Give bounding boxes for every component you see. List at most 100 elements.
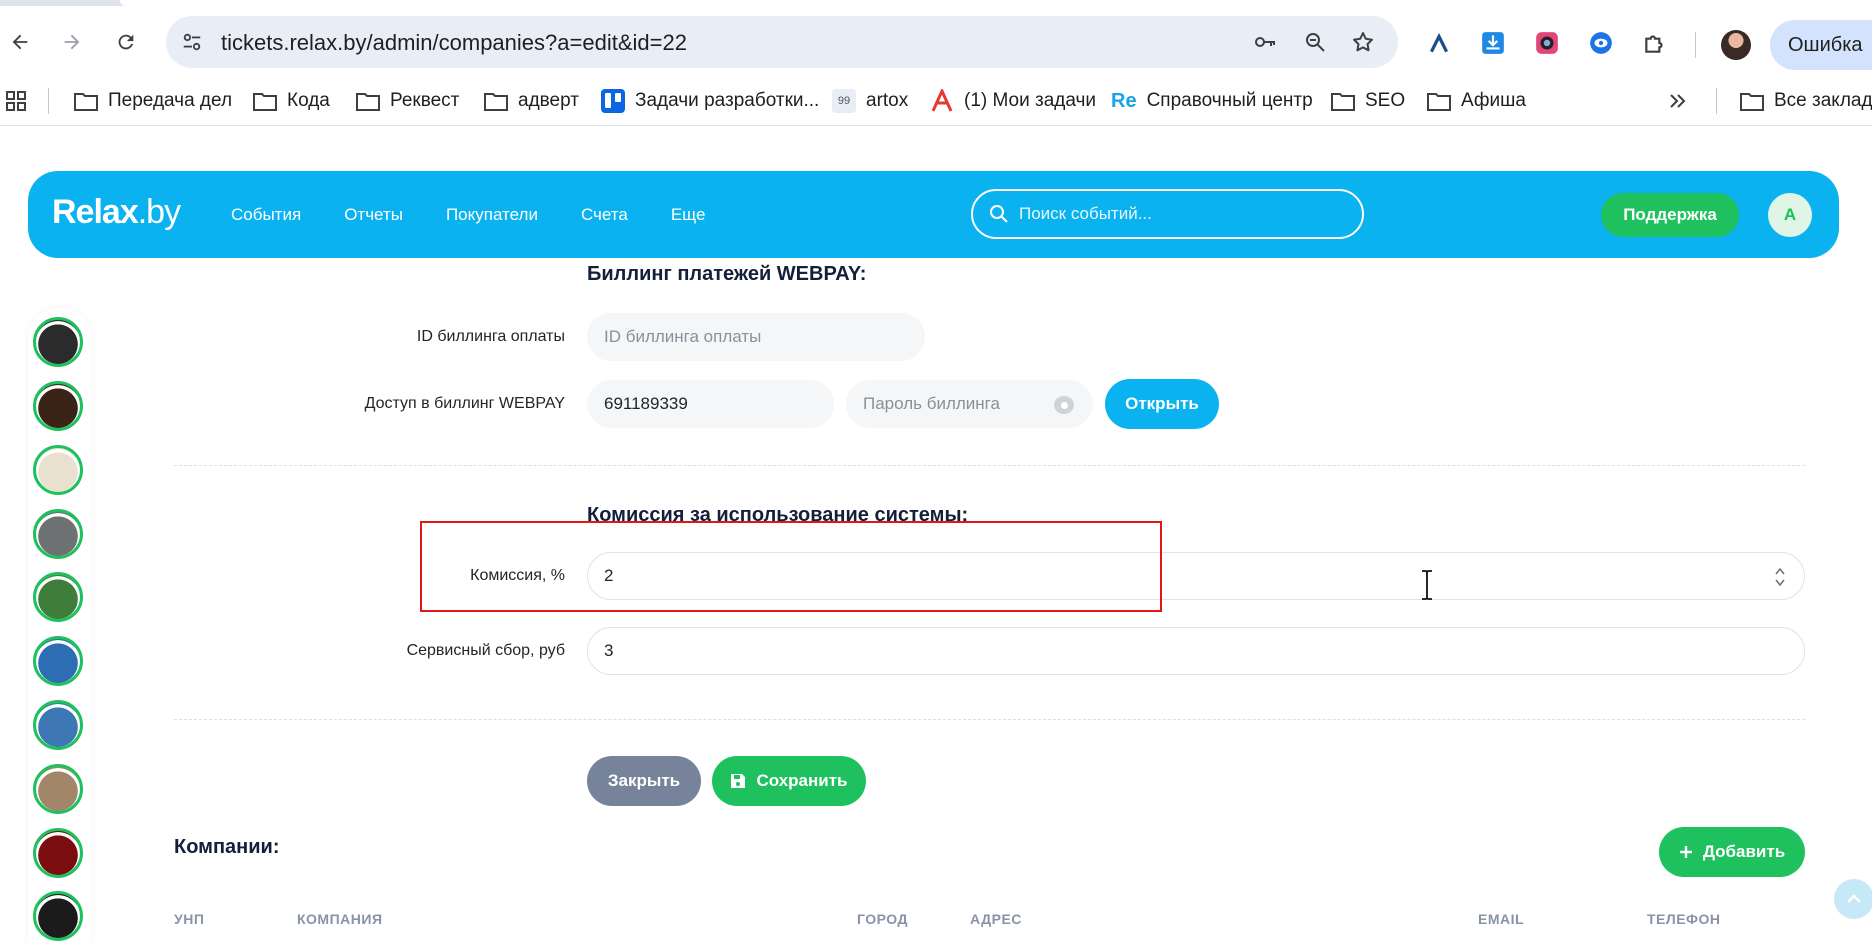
a-logo-icon [931,89,953,112]
reload-icon [118,34,134,50]
billing-id-input[interactable] [588,314,924,360]
nav-more[interactable]: Еще [671,205,706,225]
bookmark-item[interactable]: (1) Мои задачи [930,86,1096,116]
bookmark-item[interactable]: Кода [253,86,330,116]
user-avatar[interactable]: A [1768,193,1812,237]
back-button[interactable] [2,24,38,60]
scroll-to-top-button[interactable] [1834,879,1872,919]
service-fee-field[interactable] [587,627,1805,675]
logo-text: Relax [52,193,139,231]
relax-logo[interactable]: Relax.by [52,193,181,232]
bookmark-item[interactable]: адверт [484,86,579,116]
eye-extension-icon[interactable] [1586,28,1616,58]
companies-title: Компании: [174,836,280,858]
bookmark-label: Кода [287,90,330,111]
billing-id-field[interactable] [587,313,925,361]
re-logo-icon: Re [1111,89,1137,112]
rail-avatar[interactable] [33,572,83,622]
rail-avatar[interactable] [33,445,83,495]
column-header-email[interactable]: EMAIL [1478,911,1524,927]
eye-icon[interactable] [1054,396,1074,414]
back-arrow-icon [12,34,28,50]
rail-avatar[interactable] [33,891,83,941]
reload-button[interactable] [108,24,144,60]
bookmark-item[interactable]: SEO [1331,86,1405,116]
bookmark-label: адверт [518,90,579,111]
billing-password-field[interactable] [846,380,1093,428]
zoom-icon[interactable] [1302,29,1328,55]
save-button[interactable]: Сохранить [712,756,866,806]
support-button[interactable]: Поддержка [1601,193,1739,237]
chevron-double-right-icon [1670,94,1686,108]
url-text[interactable]: tickets.relax.by/admin/companies?a=edit&… [221,30,687,56]
nav-customers[interactable]: Покупатели [446,205,538,225]
open-billing-button[interactable]: Открыть [1105,379,1219,429]
main-nav: События Отчеты Покупатели Счета Еще [231,205,748,225]
nav-events[interactable]: События [231,205,301,225]
rail-avatar[interactable] [33,509,83,559]
text-cursor-icon [1422,570,1432,600]
annotation-highlight-box [420,521,1162,612]
plus-icon [1679,846,1692,858]
nav-reports[interactable]: Отчеты [344,205,403,225]
bookmark-item[interactable]: Афиша [1427,86,1526,116]
rail-avatar[interactable] [33,700,83,750]
column-header-phone[interactable]: ТЕЛЕФОН [1647,911,1721,927]
apps-grid-icon[interactable] [4,86,28,116]
profile-avatar[interactable] [1721,30,1751,60]
floppy-disk-icon [731,774,746,788]
bookmark-label: Все закладк [1774,90,1872,111]
billing-access-label: Доступ в биллинг WEBPAY [364,395,565,412]
bookmark-item[interactable]: Re Справочный центр [1111,86,1313,116]
billing-id-label: ID биллинга оплаты [416,328,565,345]
site-info-icon[interactable] [178,28,206,56]
bookmarks-divider [48,88,49,114]
number-spinner-icon[interactable] [1774,565,1786,589]
star-icon[interactable] [1350,29,1376,55]
forward-button[interactable] [54,24,90,60]
error-label: Ошибка [1788,34,1863,56]
artox-icon: 99 [832,89,856,113]
more-bookmarks-button[interactable] [1668,86,1688,116]
close-button[interactable]: Закрыть [587,756,701,806]
service-fee-input[interactable] [588,628,1804,674]
search-input[interactable] [1019,203,1339,225]
color-picker-extension-icon[interactable] [1532,28,1562,58]
event-search[interactable] [971,189,1364,239]
bookmark-item[interactable]: Задачи разработки... [601,86,819,116]
billing-login-field[interactable] [587,380,834,428]
column-header-company[interactable]: КОМПАНИЯ [297,911,383,927]
save-button-label: Сохранить [756,771,848,790]
error-profile-button[interactable]: Ошибка [1770,20,1872,70]
download-extension-icon[interactable] [1478,28,1508,58]
browser-toolbar: tickets.relax.by/admin/companies?a=edit&… [0,6,1872,76]
bookmark-item[interactable]: Реквест [356,86,459,116]
app-header: Relax.by События Отчеты Покупатели Счета… [28,171,1839,258]
rail-avatar[interactable] [33,636,83,686]
section-divider [174,719,1805,720]
section-divider [174,465,1805,466]
rail-avatar[interactable] [33,828,83,878]
bookmark-item[interactable]: Передача дел [74,86,232,116]
bookmark-item[interactable]: 99 artox [832,86,908,116]
chevron-up-icon [1847,894,1861,903]
folder-icon [1331,93,1355,111]
billing-login-input[interactable] [588,381,833,427]
folder-icon [1427,93,1451,111]
address-bar[interactable]: tickets.relax.by/admin/companies?a=edit&… [166,16,1398,68]
extension-tool-icon[interactable] [1424,28,1454,58]
bookmarks-divider [1716,88,1717,114]
toolbar-divider [1695,32,1696,58]
nav-invoices[interactable]: Счета [581,205,628,225]
all-bookmarks-button[interactable]: Все закладк [1740,86,1872,116]
add-company-button[interactable]: Добавить [1659,827,1805,877]
key-icon[interactable] [1252,29,1278,55]
column-header-address[interactable]: АДРЕС [970,911,1022,927]
column-header-unp[interactable]: УНП [174,911,204,927]
rail-avatar[interactable] [33,764,83,814]
rail-avatar[interactable] [33,317,83,367]
rail-avatar[interactable] [33,381,83,431]
extensions-puzzle-icon[interactable] [1640,28,1670,58]
bookmark-label: artox [866,90,909,111]
column-header-city[interactable]: ГОРОД [857,911,908,927]
